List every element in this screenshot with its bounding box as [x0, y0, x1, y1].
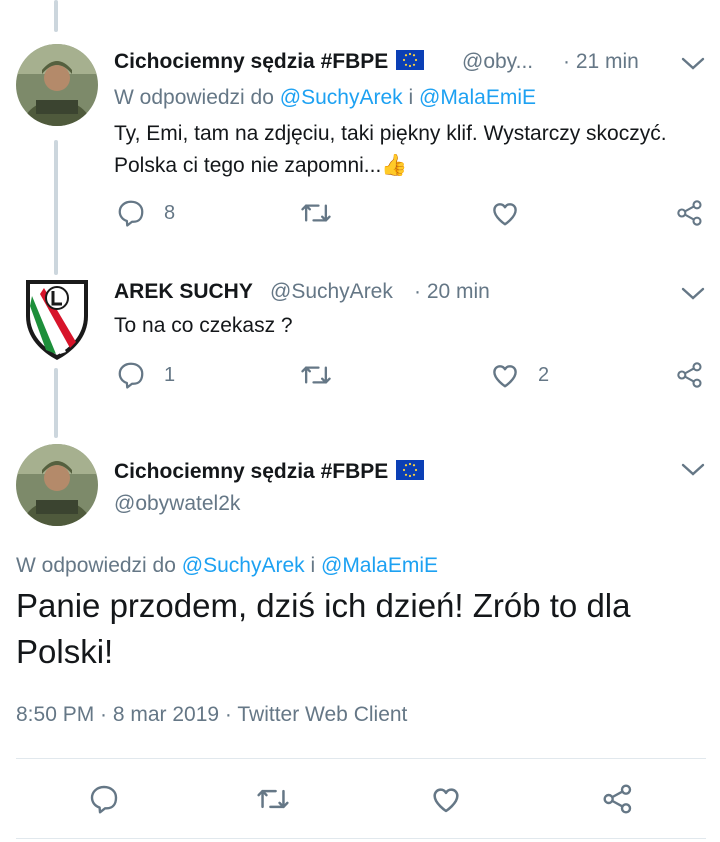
tweet-text: To na co czekasz ?: [114, 314, 293, 337]
reply-button[interactable]: 8: [116, 198, 175, 228]
chevron-down-icon[interactable]: [680, 462, 706, 478]
retweet-icon: [257, 789, 289, 809]
retweet-button[interactable]: [300, 198, 332, 228]
like-button[interactable]: [490, 198, 520, 228]
author-handle[interactable]: @SuchyArek: [270, 280, 393, 304]
share-button[interactable]: [676, 360, 704, 390]
author-handle[interactable]: @oby...: [462, 50, 533, 74]
chevron-down-icon[interactable]: [680, 56, 706, 72]
reply-button[interactable]: [88, 783, 120, 815]
like-count: 2: [538, 363, 550, 386]
heart-icon: [433, 788, 459, 813]
share-icon: [677, 200, 702, 226]
retweet-icon: [301, 366, 331, 384]
thumbs-up-emoji: 👍: [381, 154, 408, 177]
share-icon: [603, 784, 632, 814]
tweet-meta[interactable]: 8:50 PM · 8 mar 2019 · Twitter Web Clien…: [16, 703, 407, 727]
like-button[interactable]: 2: [490, 360, 549, 390]
reply-count: 1: [164, 363, 176, 386]
reply-count: 8: [164, 201, 176, 224]
retweet-button[interactable]: [300, 360, 332, 390]
mention-link[interactable]: @MalaEmiE: [419, 86, 536, 109]
thread-line-mid1: [54, 140, 58, 275]
reply-icon: [118, 362, 144, 389]
retweet-button[interactable]: [256, 783, 290, 815]
thread-line-top: [54, 0, 58, 32]
heart-icon: [493, 203, 517, 226]
avatar[interactable]: [16, 44, 98, 126]
author-name[interactable]: AREK SUCHY: [114, 280, 253, 304]
chevron-down-icon[interactable]: [680, 286, 706, 302]
avatar[interactable]: [20, 276, 94, 362]
avatar[interactable]: [16, 444, 98, 526]
mention-link[interactable]: @SuchyArek: [182, 554, 305, 577]
eu-flag-icon: [396, 50, 425, 70]
author-name[interactable]: Cichociemny sędzia #FBPE: [114, 50, 425, 74]
reply-button[interactable]: 1: [116, 360, 175, 390]
reply-context: W odpowiedzi do @SuchyArek i @MalaEmiE: [114, 86, 537, 109]
like-button[interactable]: [430, 783, 462, 815]
retweet-icon: [301, 204, 331, 222]
author-handle[interactable]: @obywatel2k: [114, 492, 240, 516]
mention-link[interactable]: @SuchyArek: [280, 86, 403, 109]
divider: [16, 838, 706, 839]
share-button[interactable]: [676, 198, 704, 228]
heart-icon: [493, 365, 517, 388]
author-name[interactable]: Cichociemny sędzia #FBPE: [114, 460, 425, 484]
reply-icon: [90, 785, 118, 814]
divider: [16, 758, 706, 759]
thread-line-mid2: [54, 368, 58, 438]
eu-flag-icon: [396, 460, 425, 480]
tweet-text: Panie przodem, dziś ich dzień! Zrób to d…: [16, 587, 631, 670]
share-icon: [677, 362, 702, 388]
tweet-time[interactable]: · 21 min: [563, 50, 639, 74]
tweet-text: Ty, Emi, tam na zdjęciu, taki piękny kli…: [114, 122, 667, 177]
reply-context: W odpowiedzi do @SuchyArek i @MalaEmiE: [16, 554, 439, 577]
reply-icon: [118, 200, 144, 227]
tweet-time[interactable]: · 20 min: [414, 280, 490, 304]
mention-link[interactable]: @MalaEmiE: [321, 554, 438, 577]
share-button[interactable]: [602, 783, 634, 815]
